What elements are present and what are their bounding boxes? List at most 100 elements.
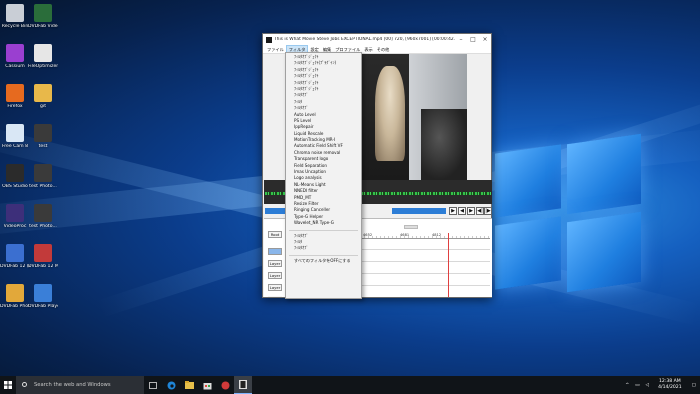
layer-button[interactable]: Layer	[268, 260, 282, 267]
maximize-icon[interactable]: □	[467, 36, 479, 43]
desktop-icon[interactable]: FileOptimizer	[28, 44, 58, 70]
timeline-track[interactable]	[362, 285, 490, 286]
taskbar-search-box[interactable]: Search the web and Windows	[16, 376, 144, 394]
edge-icon[interactable]	[162, 376, 180, 394]
file-explorer-icon[interactable]	[180, 376, 198, 394]
menu-file[interactable]: ファイル	[265, 45, 286, 54]
app-icon	[34, 164, 52, 182]
aviutl-taskbar-icon[interactable]	[234, 376, 252, 394]
desktop-icon[interactable]: Free Cam 8	[0, 124, 30, 150]
clock[interactable]: 12:38 AM 4/14/2021	[652, 379, 688, 391]
app-icon	[6, 124, 24, 142]
desktop-icon[interactable]: DVDFab Player 6	[28, 284, 58, 310]
desktop-icon[interactable]: Recycle Bin	[0, 4, 30, 30]
desktop-icon-label: VideoProc	[3, 224, 27, 229]
desktop-icon[interactable]: test Photo...	[28, 164, 58, 190]
ruler-tick: 4812	[432, 233, 442, 237]
menu-view[interactable]: 表示	[362, 45, 374, 54]
app-icon	[6, 4, 24, 22]
app-icon	[6, 204, 24, 222]
desktop-icon-label: test Photo...	[29, 184, 57, 189]
timeline-ruler: 4652 4681 4812	[362, 233, 490, 239]
timeline-scroll-handle[interactable]	[404, 225, 418, 229]
notifications-icon[interactable]: ▢	[688, 383, 700, 388]
desktop-icon-label: git	[40, 104, 46, 109]
desktop-icon-label: Recycle Bin	[1, 24, 29, 29]
desktop-icon-label: Cassium	[5, 64, 25, 69]
menu-separator	[289, 228, 358, 231]
desktop-icon-label: Free Cam 8	[1, 144, 29, 149]
timeline-track[interactable]	[362, 273, 490, 274]
start-button[interactable]	[0, 376, 16, 394]
desktop-icon[interactable]: test	[28, 124, 58, 150]
clock-date: 4/14/2021	[658, 385, 682, 390]
app-icon	[34, 84, 52, 102]
desktop-icon-label: Firefox	[7, 104, 23, 109]
app-icon	[34, 4, 52, 22]
root-button[interactable]: Root	[268, 231, 282, 238]
app-icon	[6, 84, 24, 102]
desktop-icon[interactable]: DVDFab 12 (x64)	[0, 244, 30, 270]
app-icon	[6, 44, 24, 62]
network-icon[interactable]: ▭	[632, 383, 642, 388]
desktop-icon[interactable]: OBS Studio	[0, 164, 30, 190]
menu-separator	[289, 253, 358, 256]
menu-other[interactable]: その他	[375, 45, 392, 54]
store-icon[interactable]	[198, 376, 216, 394]
prev-frame-button[interactable]: ◀	[458, 207, 466, 215]
desktop-icon[interactable]: DVDFab Video Enh...	[28, 4, 58, 30]
app-icon	[34, 44, 52, 62]
app-icon	[6, 164, 24, 182]
play-button[interactable]: ▶	[449, 207, 457, 215]
layer-button[interactable]: Layer	[268, 284, 282, 291]
minimize-icon[interactable]: –	[455, 36, 467, 43]
taskbar: Search the web and Windows ^ ▭ ◁ 12:38 A…	[0, 376, 700, 394]
app-icon	[6, 244, 24, 262]
playhead[interactable]	[448, 233, 449, 297]
desktop-icon[interactable]: test Photo...	[28, 204, 58, 230]
desktop-icon-label: FileOptimizer	[28, 64, 58, 69]
app-icon	[6, 284, 24, 302]
filter-menu-item[interactable]: ﾌｨﾙﾀｵﾌﾞ	[286, 245, 361, 251]
filter-menu-dropdown: ﾌｨﾙﾀｵﾌﾞｼﾞｪｸﾄ ﾌｨﾙﾀｵﾌﾞｼﾞｪｸﾄ(ﾌﾟﾗｸﾞｲﾝ) ﾌｨﾙﾀｵﾌﾞ…	[285, 52, 362, 299]
tray-chevron-icon[interactable]: ^	[622, 383, 632, 388]
search-placeholder: Search the web and Windows	[34, 382, 111, 388]
desktop-icon[interactable]: Firefox	[0, 84, 30, 110]
title-bar[interactable]: This is What Movie Steve Jobs EXCEPTIONA…	[263, 34, 491, 45]
layer-button[interactable]: Layer	[268, 272, 282, 279]
ruler-tick: 4681	[400, 233, 410, 237]
app-icon	[34, 124, 52, 142]
ruler-tick: 4652	[363, 233, 373, 237]
app-icon	[34, 244, 52, 262]
go-start-button[interactable]: ◀|	[476, 207, 484, 215]
desktop-icon-label: test	[38, 144, 48, 149]
timeline-track[interactable]	[362, 249, 490, 250]
desktop-icon-label: test Photo...	[29, 224, 57, 229]
task-view-icon[interactable]	[144, 376, 162, 394]
system-tray: ^ ▭ ◁ 12:38 AM 4/14/2021 ▢	[622, 379, 700, 391]
desktop-icon[interactable]: Cassium	[0, 44, 30, 70]
desktop-icon[interactable]: git	[28, 84, 58, 110]
window-title: This is What Movie Steve Jobs EXCEPTIONA…	[274, 37, 455, 42]
search-icon	[22, 382, 27, 387]
windows-logo	[495, 125, 645, 315]
desktop-icon-label: DVDFab 12 Mini (x64)	[28, 264, 58, 269]
desktop-icon-label: OBS Studio	[2, 184, 28, 189]
desktop-icon-label: DVDFab Video Enh...	[28, 24, 58, 29]
close-icon[interactable]: ×	[479, 36, 491, 43]
timeline-track[interactable]	[362, 261, 490, 262]
windows-start-icon	[4, 381, 12, 389]
layer-button[interactable]	[268, 248, 282, 255]
volume-icon[interactable]: ◁	[643, 383, 653, 388]
go-end-button[interactable]: |▶	[484, 207, 492, 215]
all-filters-off-item[interactable]: すべてのフィルタをOFFにする	[286, 258, 361, 264]
app-icon-red[interactable]	[216, 376, 234, 394]
desktop-icon[interactable]: VideoProc	[0, 204, 30, 230]
app-icon	[34, 204, 52, 222]
next-frame-button[interactable]: ▶	[467, 207, 475, 215]
desktop-icon-label: DVDFab Player 6	[28, 304, 58, 309]
filter-menu-item[interactable]: Wavelet_NR Type-G	[286, 220, 361, 226]
desktop-icon[interactable]: DVDFab Photo En...	[0, 284, 30, 310]
desktop-icon[interactable]: DVDFab 12 Mini (x64)	[28, 244, 58, 270]
desktop-icon-label: DVDFab 12 (x64)	[0, 264, 30, 269]
